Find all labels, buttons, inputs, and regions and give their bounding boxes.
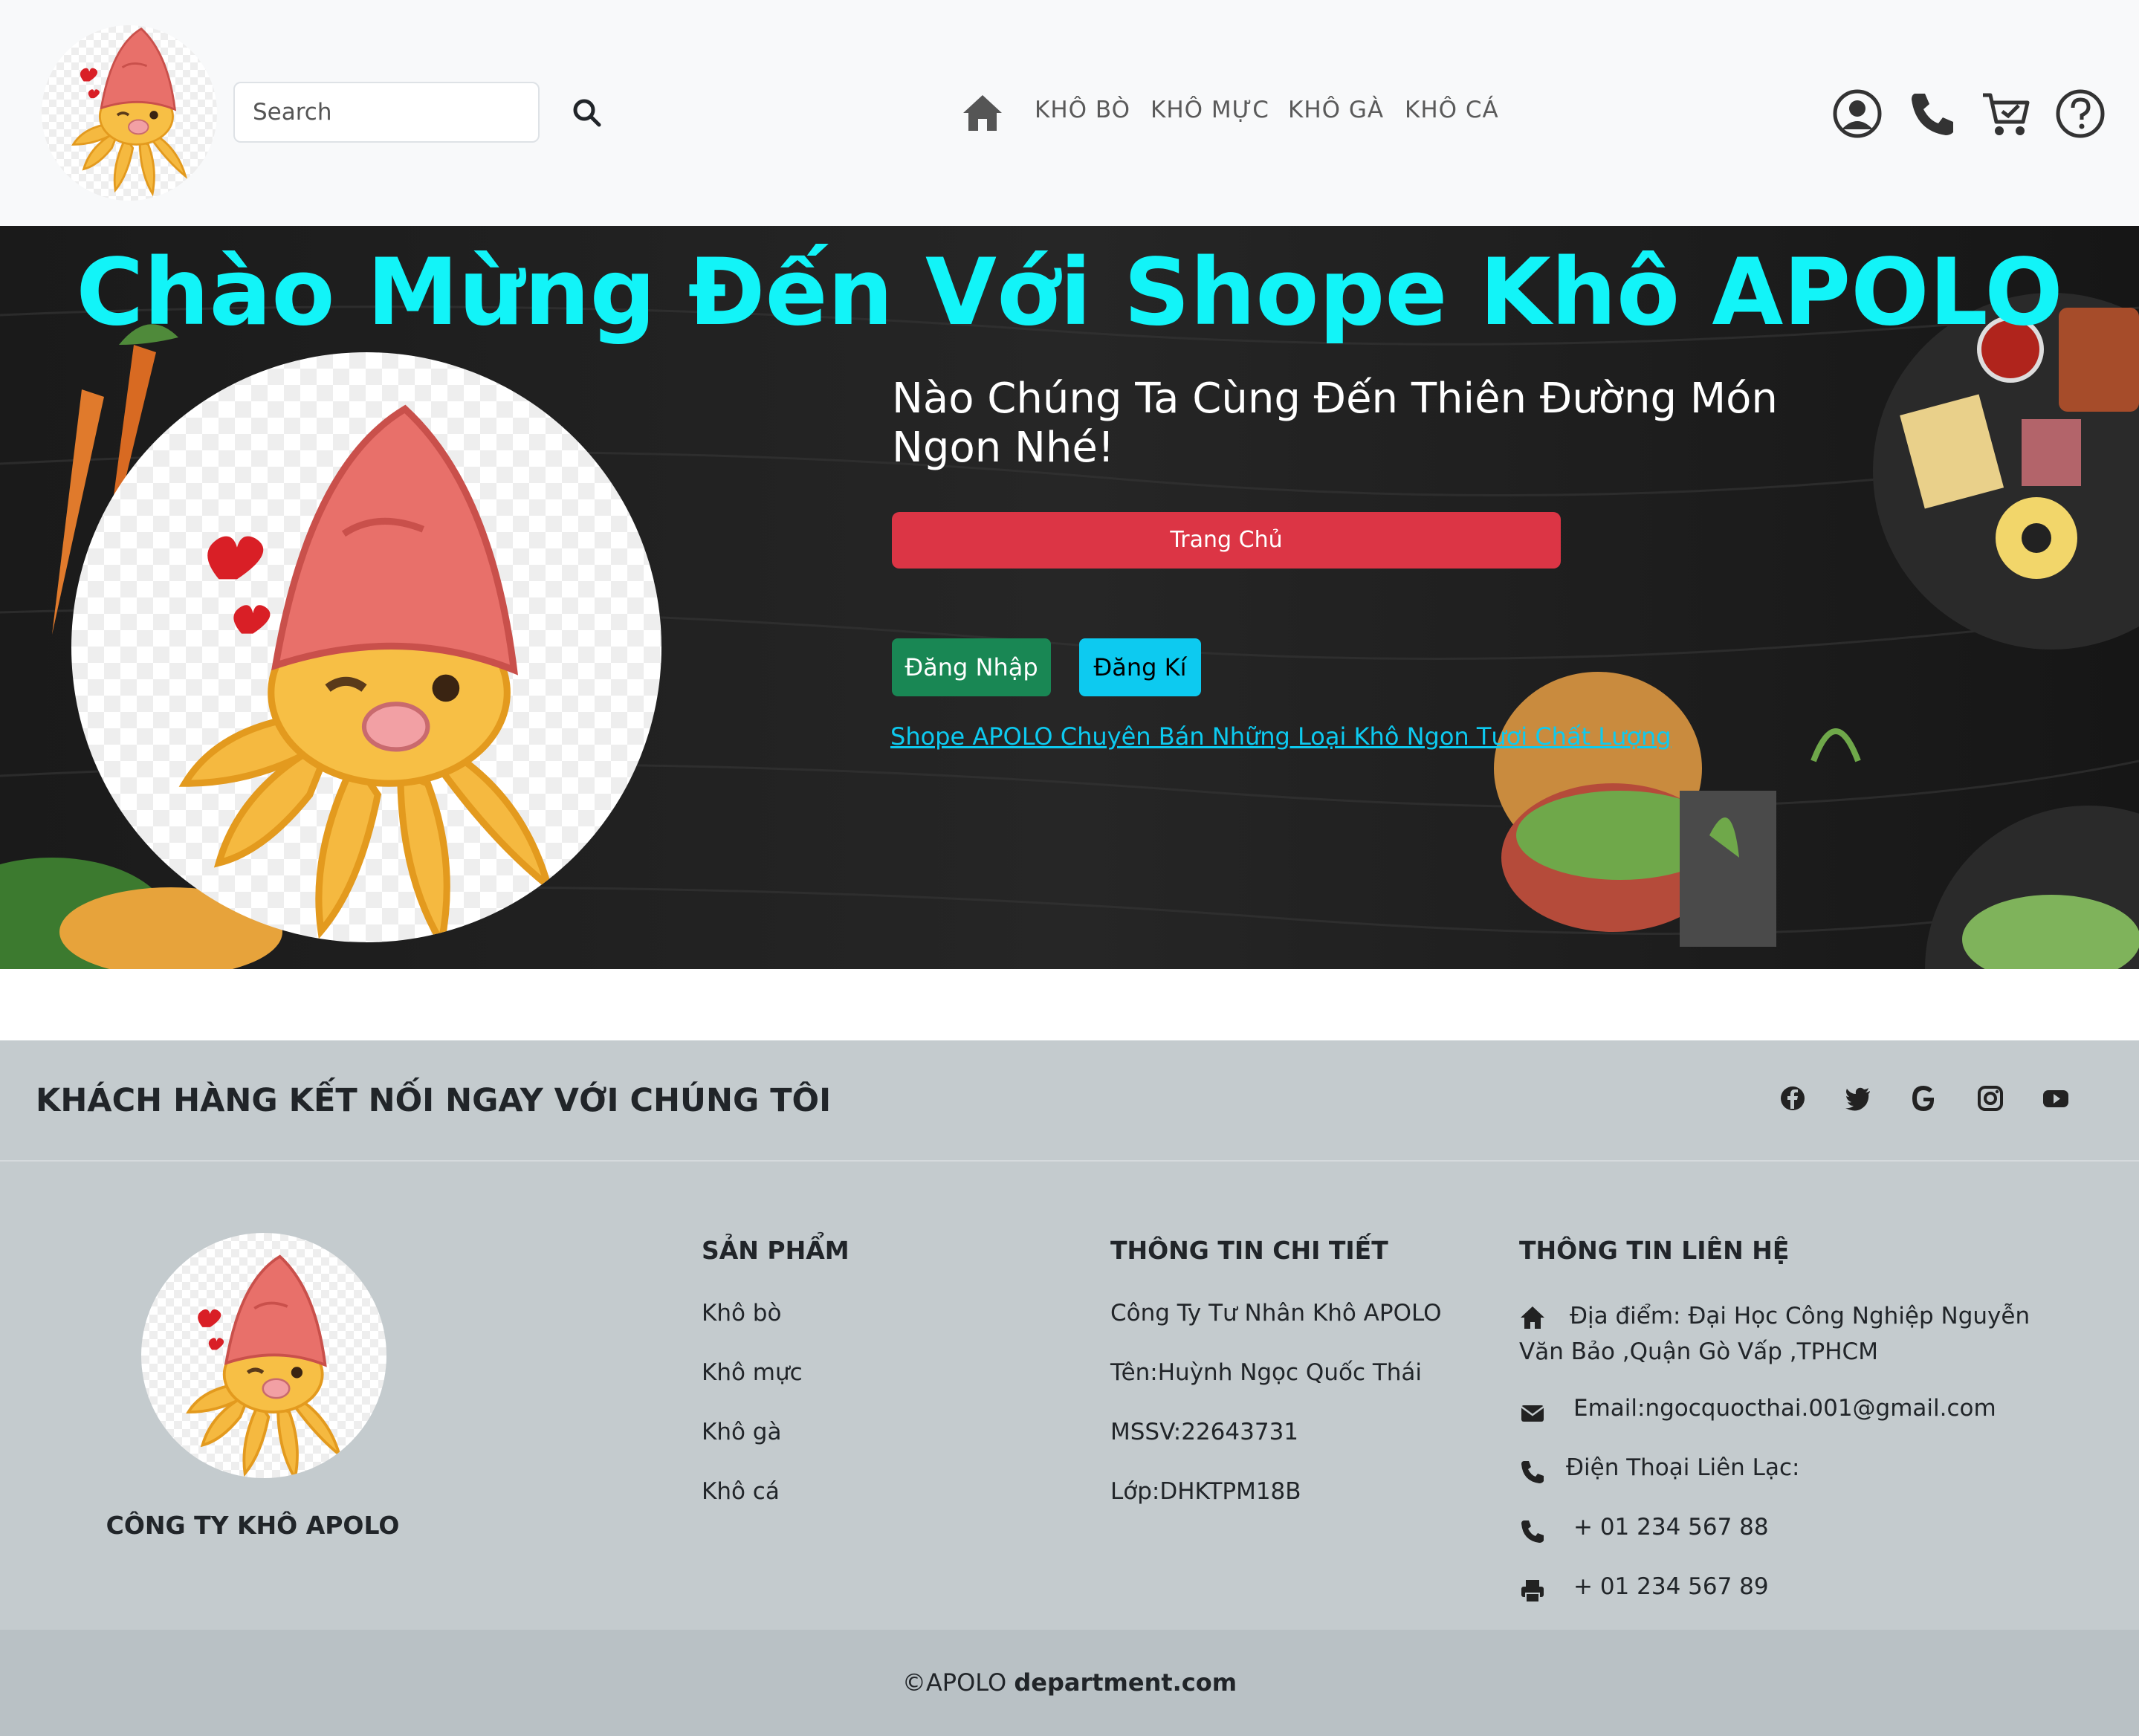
- contact-phone: + 01 234 567 88: [1573, 1514, 1769, 1541]
- envelope-icon: [1521, 1405, 1544, 1422]
- nav-link-kho-ga[interactable]: KHÔ GÀ: [1288, 97, 1384, 123]
- home-button[interactable]: Trang Chủ: [892, 512, 1561, 569]
- detail-student-id: MSSV:22643731: [1110, 1419, 1299, 1445]
- home-icon: [963, 95, 1002, 131]
- user-circle-icon: [1833, 89, 1882, 138]
- printer-icon: [1521, 1580, 1544, 1603]
- facebook-icon[interactable]: [1778, 1084, 1808, 1113]
- instagram-icon[interactable]: [1975, 1084, 2005, 1113]
- phone-icon: [1912, 94, 1953, 135]
- product-link-kho-muc[interactable]: Khô mực: [702, 1359, 803, 1386]
- nav-link-kho-bo[interactable]: KHÔ BÒ: [1035, 97, 1130, 123]
- product-link-kho-ga[interactable]: Khô gà: [702, 1419, 781, 1445]
- shop-info-link[interactable]: Shope APOLO Chuyên Bán Những Loại Khô Ng…: [890, 722, 1672, 751]
- phone-icon: [1521, 1520, 1544, 1543]
- squid-footer-icon: [141, 1233, 386, 1478]
- search-button[interactable]: [568, 94, 606, 132]
- company-name: CÔNG TY KHÔ APOLO: [106, 1511, 400, 1540]
- detail-name: Tên:Huỳnh Ngọc Quốc Thái: [1110, 1359, 1423, 1386]
- register-button[interactable]: Đăng Kí: [1079, 638, 1201, 696]
- twitter-icon[interactable]: [1843, 1084, 1873, 1113]
- copyright-bar: ©APOLO department.com: [0, 1630, 2139, 1736]
- copyright-prefix: ©APOLO: [902, 1668, 1007, 1697]
- squid-logo-icon: [71, 27, 187, 195]
- nav-link-kho-muc[interactable]: KHÔ MỰC: [1151, 97, 1269, 123]
- google-icon[interactable]: [1909, 1084, 1938, 1113]
- product-link-kho-bo[interactable]: Khô bò: [702, 1300, 781, 1327]
- phone-button[interactable]: [1906, 88, 1958, 140]
- navbar: KHÔ BÒ KHÔ MỰC KHÔ GÀ KHÔ CÁ: [0, 0, 2139, 226]
- cart-check-icon: [1983, 93, 2030, 135]
- phone-icon: [1521, 1461, 1544, 1483]
- squid-mascot-icon: [71, 352, 661, 942]
- youtube-icon[interactable]: [2041, 1084, 2071, 1113]
- brand-logo[interactable]: [42, 25, 217, 201]
- social-title: KHÁCH HÀNG KẾT NỐI NGAY VỚI CHÚNG TÔI: [36, 1082, 832, 1119]
- detail-company: Công Ty Tư Nhân Khô APOLO: [1110, 1300, 1442, 1327]
- search-input[interactable]: [233, 82, 540, 143]
- question-circle-icon: [2056, 89, 2105, 138]
- account-button[interactable]: [1831, 88, 1883, 140]
- hero-banner: Chào Mừng Đến Với Shope Khô APOLO Nào Ch…: [0, 226, 2139, 969]
- products-heading: SẢN PHẨM: [702, 1236, 850, 1265]
- contact-heading: THÔNG TIN LIÊN HỆ: [1519, 1236, 1790, 1265]
- hero-title: Chào Mừng Đến Với Shope Khô APOLO: [76, 239, 2063, 346]
- product-link-kho-ca[interactable]: Khô cá: [702, 1478, 780, 1505]
- footer-logo: [141, 1233, 386, 1478]
- copyright-domain-link[interactable]: department.com: [1014, 1668, 1237, 1697]
- detail-class: Lớp:DHKTPM18B: [1110, 1478, 1301, 1505]
- login-button[interactable]: Đăng Nhập: [892, 638, 1051, 696]
- nav-link-kho-ca[interactable]: KHÔ CÁ: [1405, 97, 1499, 123]
- hero-mascot-image: [71, 352, 661, 942]
- help-button[interactable]: [2054, 88, 2106, 140]
- nav-home-link[interactable]: [960, 91, 1005, 135]
- footer-main: CÔNG TY KHÔ APOLO SẢN PHẨM Khô bò Khô mự…: [0, 1162, 2139, 1630]
- contact-email: Email:ngocquocthai.001@gmail.com: [1573, 1395, 1996, 1422]
- hero-subtitle: Nào Chúng Ta Cùng Đến Thiên Đường Món Ng…: [892, 375, 1778, 472]
- social-bar: KHÁCH HÀNG KẾT NỐI NGAY VỚI CHÚNG TÔI: [0, 1040, 2139, 1162]
- contact-fax: + 01 234 567 89: [1573, 1573, 1769, 1600]
- search-icon: [573, 99, 601, 127]
- contact-address: Địa điểm: Đại Học Công Nghiệp Nguyễn Văn…: [1519, 1303, 2030, 1365]
- contact-phone-label: Điện Thoại Liên Lạc:: [1566, 1454, 1800, 1481]
- cart-button[interactable]: [1980, 88, 2032, 140]
- details-heading: THÔNG TIN CHI TIẾT: [1110, 1236, 1388, 1265]
